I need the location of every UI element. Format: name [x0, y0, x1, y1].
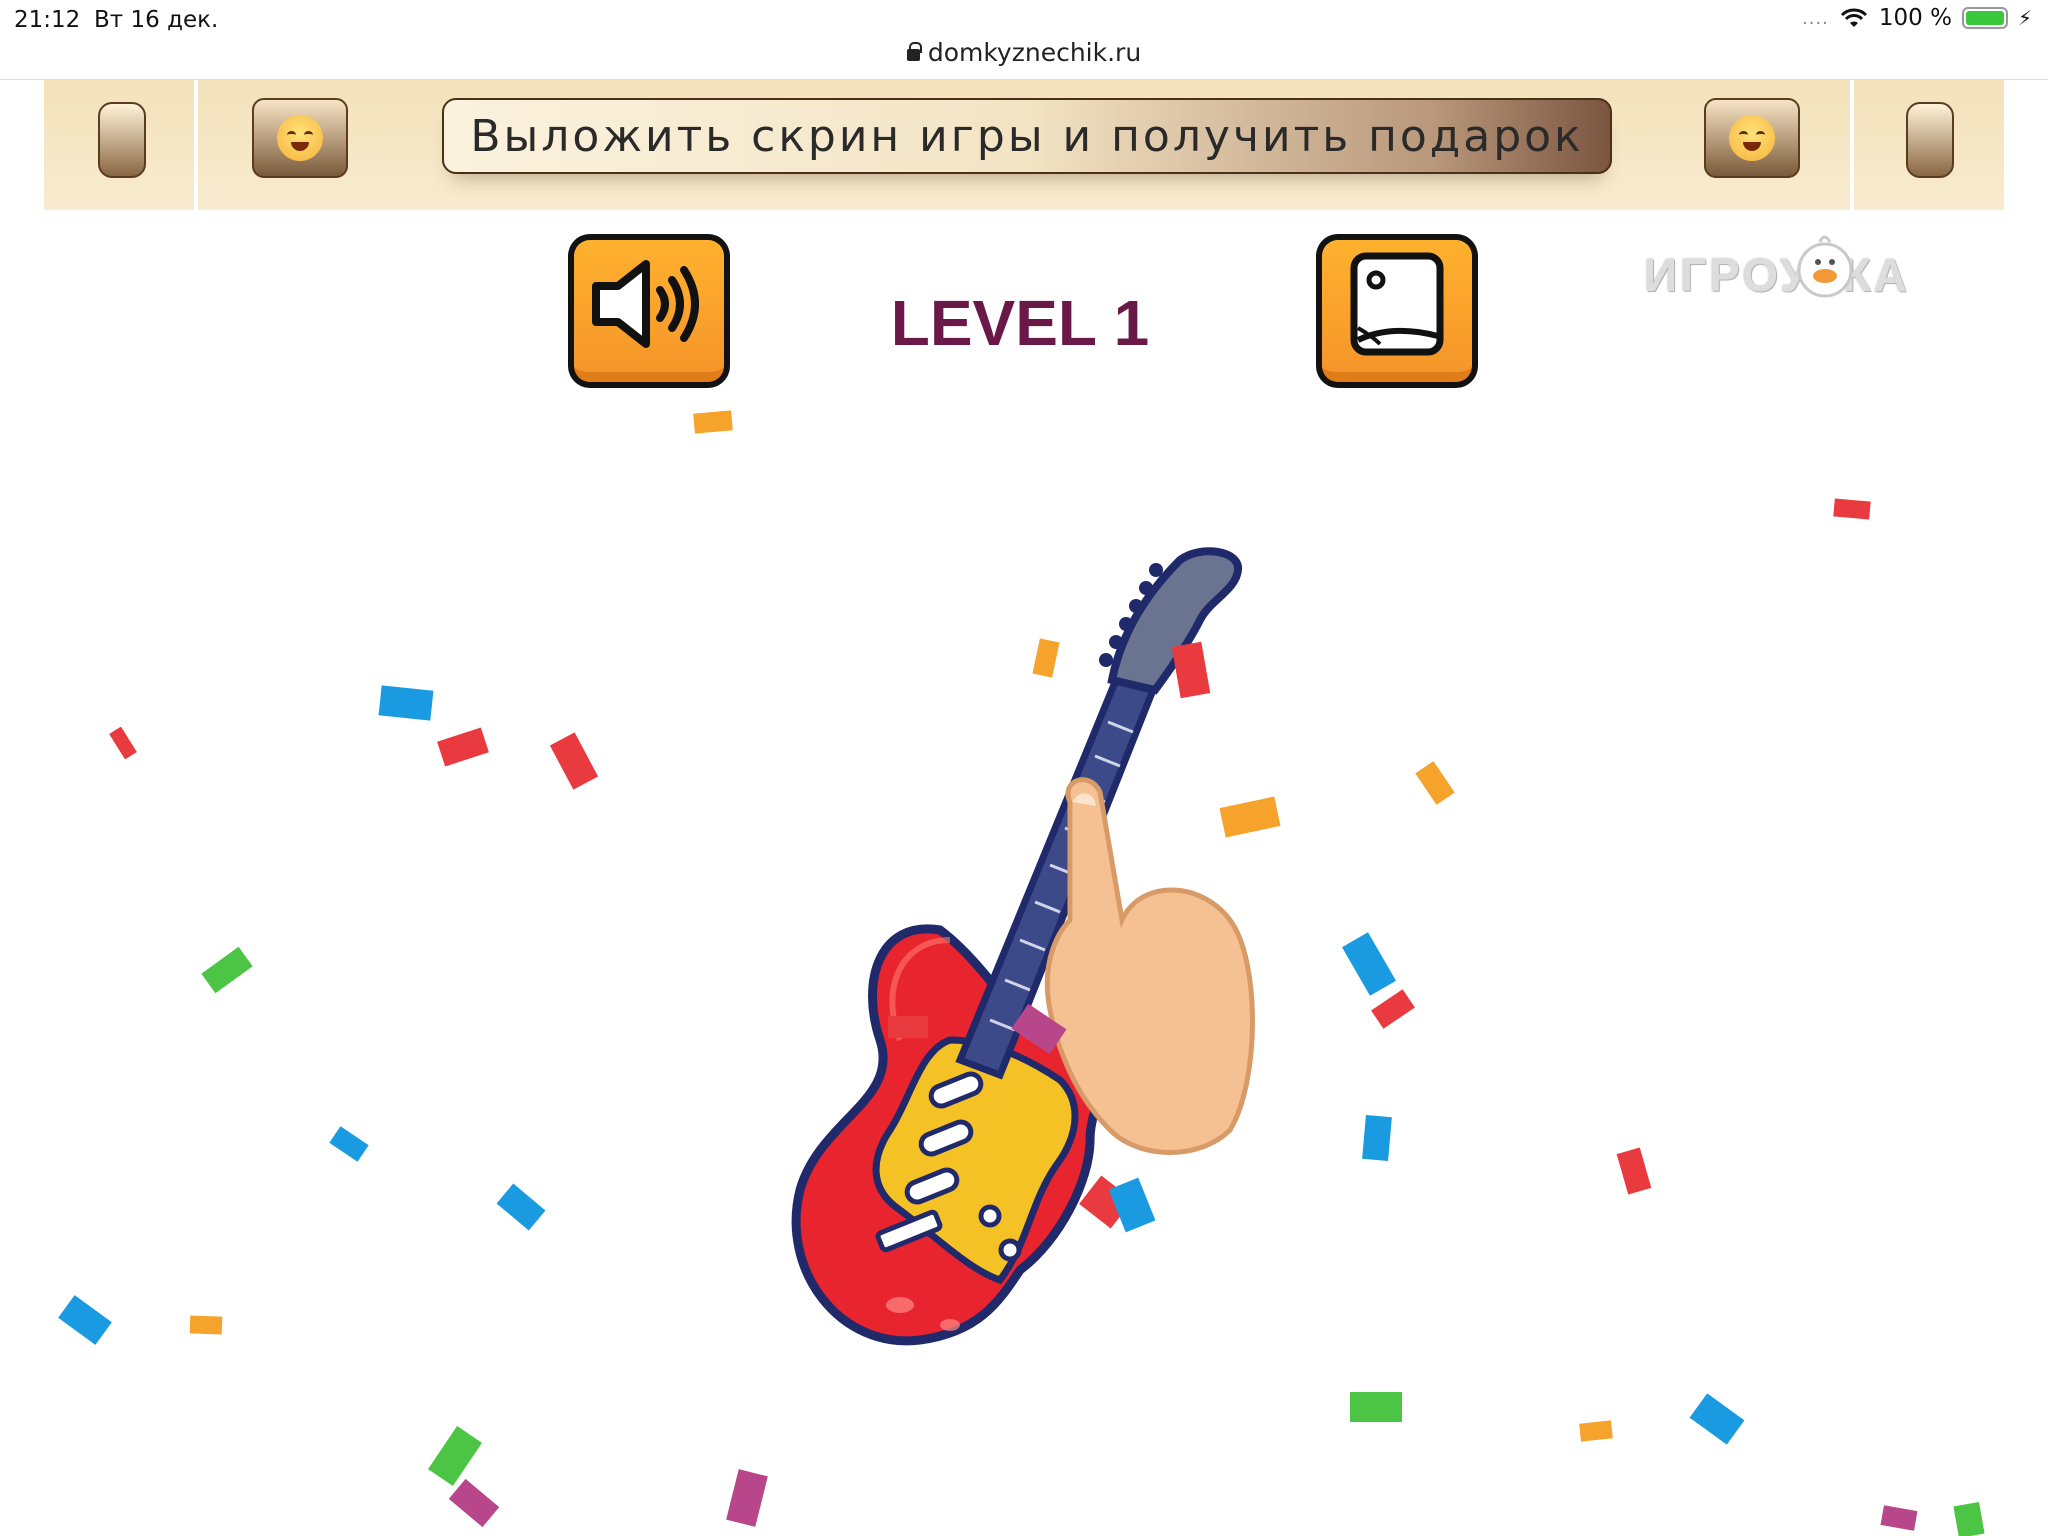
confetti-piece: [378, 685, 434, 721]
confetti-piece: [428, 1426, 482, 1486]
confetti-piece: [1011, 1003, 1067, 1055]
confetti-piece: [1362, 1114, 1392, 1162]
confetti-piece: [1108, 1177, 1156, 1233]
confetti-piece: [1833, 498, 1871, 520]
confetti-piece: [1415, 761, 1455, 805]
confetti-piece: [1219, 796, 1281, 838]
confetti-piece: [1342, 932, 1396, 996]
confetti-piece: [549, 732, 599, 790]
confetti-piece: [1350, 1392, 1402, 1422]
confetti-piece: [109, 726, 137, 760]
confetti-piece: [1171, 641, 1211, 699]
confetti-piece: [1953, 1501, 1985, 1536]
confetti-piece: [496, 1183, 546, 1231]
confetti-piece: [329, 1126, 369, 1162]
confetti-piece: [448, 1478, 500, 1528]
confetti-piece: [1371, 989, 1415, 1029]
confetti-piece: [693, 410, 733, 434]
confetti-piece: [201, 946, 253, 994]
confetti-piece: [1579, 1420, 1613, 1442]
confetti-piece: [1616, 1147, 1652, 1195]
confetti-piece: [1880, 1505, 1918, 1531]
confetti-piece: [437, 727, 489, 767]
confetti-piece: [58, 1295, 112, 1345]
confetti-piece: [1032, 638, 1060, 678]
confetti-piece: [189, 1315, 223, 1335]
confetti-layer: [58, 410, 1985, 1536]
confetti-piece: [1689, 1393, 1745, 1445]
confetti-piece: [888, 1016, 928, 1038]
confetti-piece: [726, 1469, 768, 1527]
